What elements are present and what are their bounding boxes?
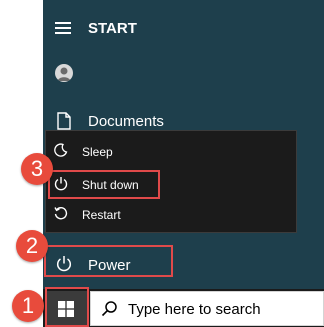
start-title: START <box>88 20 137 37</box>
sleep-option[interactable]: Sleep <box>82 145 113 159</box>
power-highlight <box>44 245 173 277</box>
start-button-highlight <box>45 287 89 327</box>
shut-down-highlight <box>48 170 160 199</box>
hamburger-menu-icon[interactable] <box>55 22 71 36</box>
step-2-badge: 2 <box>16 230 48 262</box>
restart-option[interactable]: Restart <box>82 208 121 222</box>
search-placeholder: Type here to search <box>128 301 261 318</box>
user-avatar-icon[interactable] <box>55 64 73 82</box>
search-icon <box>101 301 117 317</box>
moon-icon <box>54 143 68 157</box>
step-3-badge: 3 <box>21 153 53 185</box>
step-1-badge: 1 <box>12 290 44 322</box>
search-input[interactable]: Type here to search <box>90 291 324 326</box>
restart-icon <box>54 207 68 220</box>
document-icon <box>57 112 71 130</box>
documents-item[interactable]: Documents <box>88 113 164 130</box>
